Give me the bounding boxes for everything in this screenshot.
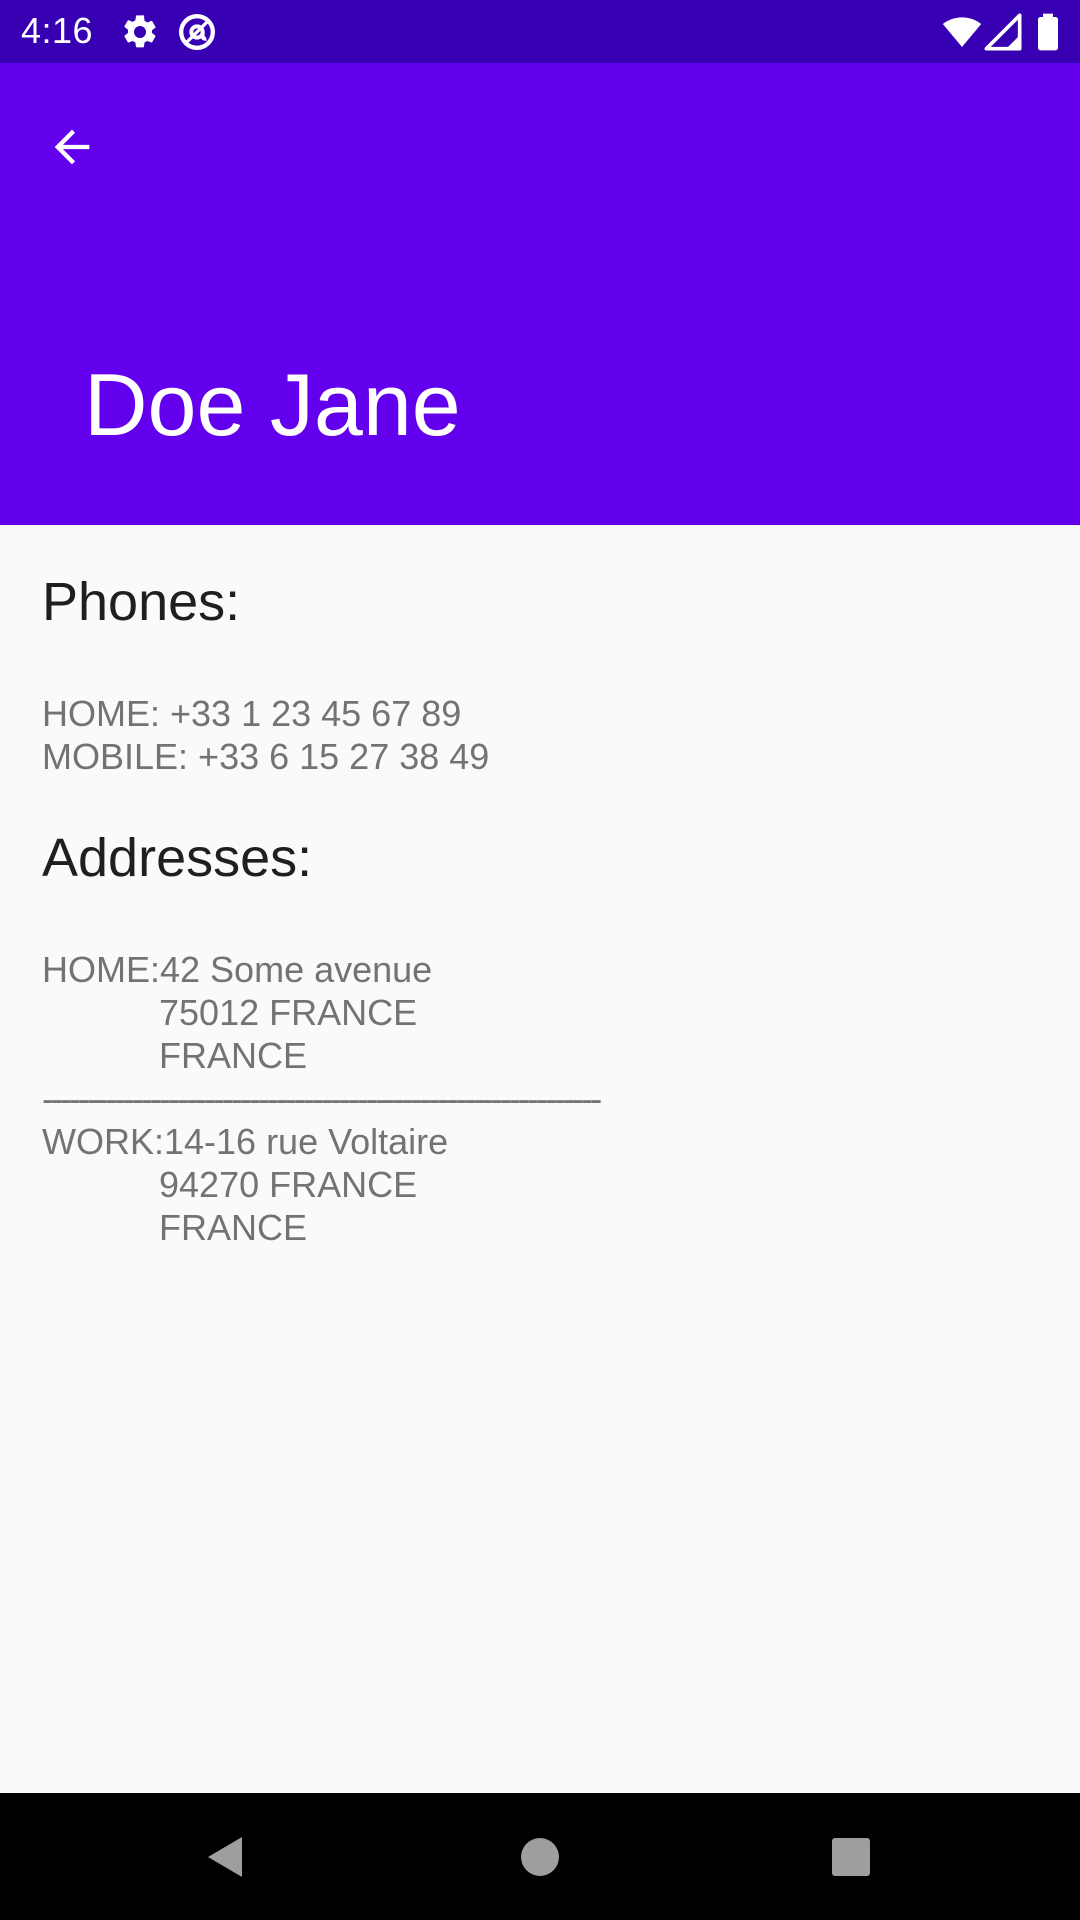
phones-heading: Phones: — [42, 572, 241, 632]
nav-home-button[interactable] — [498, 1815, 582, 1899]
address-separator: ----------------------------------------… — [42, 1078, 602, 1119]
nav-back-button[interactable] — [182, 1815, 266, 1899]
addresses-heading: Addresses: — [42, 828, 313, 888]
address-work-country: FRANCE — [159, 1207, 308, 1248]
status-time: 4:16 — [21, 10, 94, 51]
cellular-signal-icon — [983, 12, 1023, 52]
status-bar: 4:16 — [0, 0, 1080, 63]
battery-icon — [1030, 12, 1066, 52]
contact-name-title: Doe Jane — [84, 355, 461, 454]
back-button[interactable] — [34, 109, 110, 185]
address-work-postal: 94270 FRANCE — [159, 1164, 418, 1205]
address-home-country: FRANCE — [159, 1035, 308, 1076]
navigation-bar — [0, 1793, 1080, 1920]
contact-detail-screen: 4:16 Doe Jane Phones: HOME: +33 1 23 45 … — [0, 0, 1080, 1920]
app-bar: Doe Jane — [0, 63, 1080, 525]
at-sign-icon — [177, 12, 217, 52]
address-home-street: HOME:42 Some avenue — [42, 949, 433, 990]
gear-icon — [120, 12, 160, 52]
home-circle-icon — [519, 1836, 561, 1878]
back-triangle-icon — [202, 1833, 246, 1881]
address-home-postal: 75012 FRANCE — [159, 992, 418, 1033]
wifi-icon — [942, 12, 982, 52]
nav-recents-button[interactable] — [809, 1815, 893, 1899]
contact-details: Phones: HOME: +33 1 23 45 67 89 MOBILE: … — [0, 525, 1080, 1793]
arrow-back-icon — [46, 121, 98, 173]
address-work-street: WORK:14-16 rue Voltaire — [42, 1121, 449, 1162]
recents-square-icon — [831, 1837, 871, 1877]
phone-entry-home: HOME: +33 1 23 45 67 89 — [42, 693, 462, 734]
phone-entry-mobile: MOBILE: +33 6 15 27 38 49 — [42, 736, 490, 777]
